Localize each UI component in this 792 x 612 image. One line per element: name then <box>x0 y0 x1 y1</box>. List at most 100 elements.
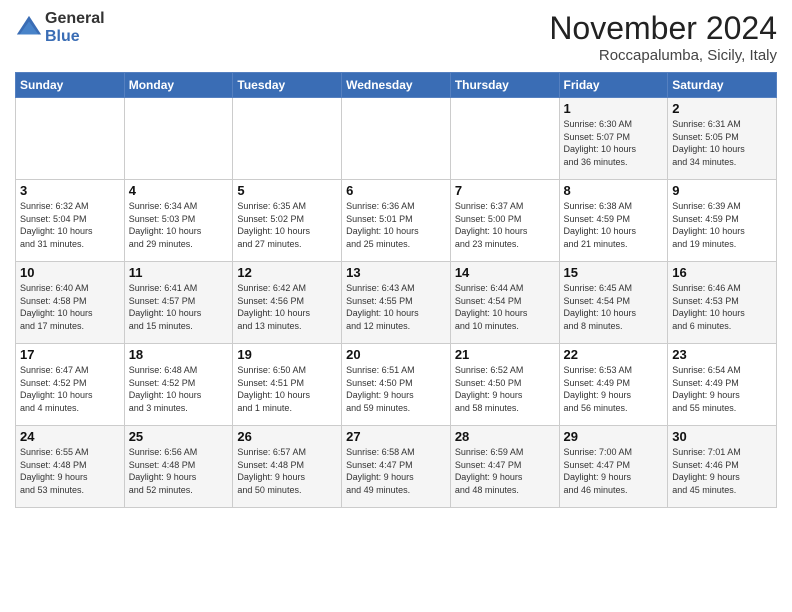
calendar-cell: 27Sunrise: 6:58 AM Sunset: 4:47 PM Dayli… <box>342 426 451 508</box>
calendar-week-1: 1Sunrise: 6:30 AM Sunset: 5:07 PM Daylig… <box>16 98 777 180</box>
calendar-cell: 25 Sunrise: 6:56 AM Sunset: 4:48 PM Dayli… <box>124 426 233 508</box>
day-number: 9 <box>672 183 772 198</box>
logo: General Blue <box>15 10 105 45</box>
col-wednesday: Wednesday <box>342 73 451 98</box>
calendar-cell: 15 Sunrise: 6:45 AM Sunset: 4:54 PM Dayli… <box>559 262 668 344</box>
logo-icon <box>15 14 43 42</box>
page-header: General Blue November 2024 Roccapalumba,… <box>15 10 777 64</box>
day-info: Sunrise: 6:48 AM Sunset: 4:52 PM Dayligh… <box>129 364 229 414</box>
day-info: Sunrise: 6:32 AM Sunset: 5:04 PM Dayligh… <box>20 200 120 250</box>
day-number: 14 <box>455 265 555 280</box>
day-number: 29 <box>564 429 664 444</box>
calendar-cell: 6 Sunrise: 6:36 AM Sunset: 5:01 PM Daylig… <box>342 180 451 262</box>
day-number: 3 <box>20 183 120 198</box>
day-info: Sunrise: 6:47 AM Sunset: 4:52 PM Dayligh… <box>20 364 120 414</box>
day-number: 15 <box>564 265 664 280</box>
calendar-week-4: 17 Sunrise: 6:47 AM Sunset: 4:52 PM Dayli… <box>16 344 777 426</box>
calendar-cell: 1Sunrise: 6:30 AM Sunset: 5:07 PM Daylig… <box>559 98 668 180</box>
col-saturday: Saturday <box>668 73 777 98</box>
calendar-cell: 28Sunrise: 6:59 AM Sunset: 4:47 PM Dayli… <box>450 426 559 508</box>
day-number: 8 <box>564 183 664 198</box>
calendar-cell: 20Sunrise: 6:51 AM Sunset: 4:50 PM Dayli… <box>342 344 451 426</box>
day-number: 19 <box>237 347 337 362</box>
day-number: 18 <box>129 347 229 362</box>
day-number: 26 <box>237 429 337 444</box>
day-number: 11 <box>129 265 229 280</box>
day-info: Sunrise: 6:50 AM Sunset: 4:51 PM Dayligh… <box>237 364 337 414</box>
day-info: Sunrise: 6:36 AM Sunset: 5:01 PM Dayligh… <box>346 200 446 250</box>
calendar-cell: 23 Sunrise: 6:54 AM Sunset: 4:49 PM Dayli… <box>668 344 777 426</box>
logo-text: General Blue <box>45 10 105 45</box>
calendar-cell: 5 Sunrise: 6:35 AM Sunset: 5:02 PM Daylig… <box>233 180 342 262</box>
col-tuesday: Tuesday <box>233 73 342 98</box>
day-number: 16 <box>672 265 772 280</box>
calendar-cell: 22 Sunrise: 6:53 AM Sunset: 4:49 PM Dayli… <box>559 344 668 426</box>
day-info: Sunrise: 6:35 AM Sunset: 5:02 PM Dayligh… <box>237 200 337 250</box>
calendar-week-2: 3 Sunrise: 6:32 AM Sunset: 5:04 PM Daylig… <box>16 180 777 262</box>
calendar-cell: 16Sunrise: 6:46 AM Sunset: 4:53 PM Dayli… <box>668 262 777 344</box>
page-container: General Blue November 2024 Roccapalumba,… <box>0 0 792 518</box>
calendar-cell: 11Sunrise: 6:41 AM Sunset: 4:57 PM Dayli… <box>124 262 233 344</box>
calendar-cell: 3 Sunrise: 6:32 AM Sunset: 5:04 PM Daylig… <box>16 180 125 262</box>
day-info: Sunrise: 6:51 AM Sunset: 4:50 PM Dayligh… <box>346 364 446 414</box>
calendar-cell: 14 Sunrise: 6:44 AM Sunset: 4:54 PM Dayli… <box>450 262 559 344</box>
day-info: Sunrise: 6:55 AM Sunset: 4:48 PM Dayligh… <box>20 446 120 496</box>
day-info: Sunrise: 6:53 AM Sunset: 4:49 PM Dayligh… <box>564 364 664 414</box>
day-info: Sunrise: 6:39 AM Sunset: 4:59 PM Dayligh… <box>672 200 772 250</box>
month-title: November 2024 <box>549 10 777 47</box>
day-number: 17 <box>20 347 120 362</box>
day-number: 5 <box>237 183 337 198</box>
day-number: 25 <box>129 429 229 444</box>
calendar-cell: 10 Sunrise: 6:40 AM Sunset: 4:58 PM Dayli… <box>16 262 125 344</box>
calendar-cell: 8 Sunrise: 6:38 AM Sunset: 4:59 PM Daylig… <box>559 180 668 262</box>
calendar-cell: 30 Sunrise: 7:01 AM Sunset: 4:46 PM Dayli… <box>668 426 777 508</box>
day-info: Sunrise: 6:54 AM Sunset: 4:49 PM Dayligh… <box>672 364 772 414</box>
day-number: 10 <box>20 265 120 280</box>
logo-general-text: General <box>45 10 105 28</box>
header-row: Sunday Monday Tuesday Wednesday Thursday… <box>16 73 777 98</box>
calendar-cell: 19 Sunrise: 6:50 AM Sunset: 4:51 PM Dayli… <box>233 344 342 426</box>
day-info: Sunrise: 6:37 AM Sunset: 5:00 PM Dayligh… <box>455 200 555 250</box>
calendar-body: 1Sunrise: 6:30 AM Sunset: 5:07 PM Daylig… <box>16 98 777 508</box>
calendar-table: Sunday Monday Tuesday Wednesday Thursday… <box>15 72 777 508</box>
day-info: Sunrise: 6:45 AM Sunset: 4:54 PM Dayligh… <box>564 282 664 332</box>
day-number: 22 <box>564 347 664 362</box>
calendar-cell: 26Sunrise: 6:57 AM Sunset: 4:48 PM Dayli… <box>233 426 342 508</box>
day-number: 30 <box>672 429 772 444</box>
day-info: Sunrise: 6:58 AM Sunset: 4:47 PM Dayligh… <box>346 446 446 496</box>
day-info: Sunrise: 6:44 AM Sunset: 4:54 PM Dayligh… <box>455 282 555 332</box>
calendar-cell: 13 Sunrise: 6:43 AM Sunset: 4:55 PM Dayli… <box>342 262 451 344</box>
calendar-cell: 24Sunrise: 6:55 AM Sunset: 4:48 PM Dayli… <box>16 426 125 508</box>
day-info: Sunrise: 6:43 AM Sunset: 4:55 PM Dayligh… <box>346 282 446 332</box>
col-friday: Friday <box>559 73 668 98</box>
day-info: Sunrise: 7:01 AM Sunset: 4:46 PM Dayligh… <box>672 446 772 496</box>
calendar-cell <box>342 98 451 180</box>
calendar-cell: 4 Sunrise: 6:34 AM Sunset: 5:03 PM Daylig… <box>124 180 233 262</box>
day-info: Sunrise: 6:34 AM Sunset: 5:03 PM Dayligh… <box>129 200 229 250</box>
calendar-cell: 12Sunrise: 6:42 AM Sunset: 4:56 PM Dayli… <box>233 262 342 344</box>
day-number: 28 <box>455 429 555 444</box>
day-info: Sunrise: 6:38 AM Sunset: 4:59 PM Dayligh… <box>564 200 664 250</box>
col-monday: Monday <box>124 73 233 98</box>
day-number: 12 <box>237 265 337 280</box>
day-number: 2 <box>672 101 772 116</box>
calendar-cell: 21 Sunrise: 6:52 AM Sunset: 4:50 PM Dayli… <box>450 344 559 426</box>
calendar-cell: 2 Sunrise: 6:31 AM Sunset: 5:05 PM Daylig… <box>668 98 777 180</box>
calendar-header: Sunday Monday Tuesday Wednesday Thursday… <box>16 73 777 98</box>
col-thursday: Thursday <box>450 73 559 98</box>
day-info: Sunrise: 6:40 AM Sunset: 4:58 PM Dayligh… <box>20 282 120 332</box>
calendar-cell: 9 Sunrise: 6:39 AM Sunset: 4:59 PM Daylig… <box>668 180 777 262</box>
calendar-cell <box>233 98 342 180</box>
calendar-cell: 29Sunrise: 7:00 AM Sunset: 4:47 PM Dayli… <box>559 426 668 508</box>
calendar-cell: 18 Sunrise: 6:48 AM Sunset: 4:52 PM Dayli… <box>124 344 233 426</box>
day-info: Sunrise: 6:56 AM Sunset: 4:48 PM Dayligh… <box>129 446 229 496</box>
day-number: 13 <box>346 265 446 280</box>
day-info: Sunrise: 6:30 AM Sunset: 5:07 PM Dayligh… <box>564 118 664 168</box>
day-number: 6 <box>346 183 446 198</box>
day-number: 23 <box>672 347 772 362</box>
calendar-week-3: 10 Sunrise: 6:40 AM Sunset: 4:58 PM Dayli… <box>16 262 777 344</box>
day-info: Sunrise: 6:52 AM Sunset: 4:50 PM Dayligh… <box>455 364 555 414</box>
day-number: 4 <box>129 183 229 198</box>
day-number: 21 <box>455 347 555 362</box>
day-info: Sunrise: 6:31 AM Sunset: 5:05 PM Dayligh… <box>672 118 772 168</box>
